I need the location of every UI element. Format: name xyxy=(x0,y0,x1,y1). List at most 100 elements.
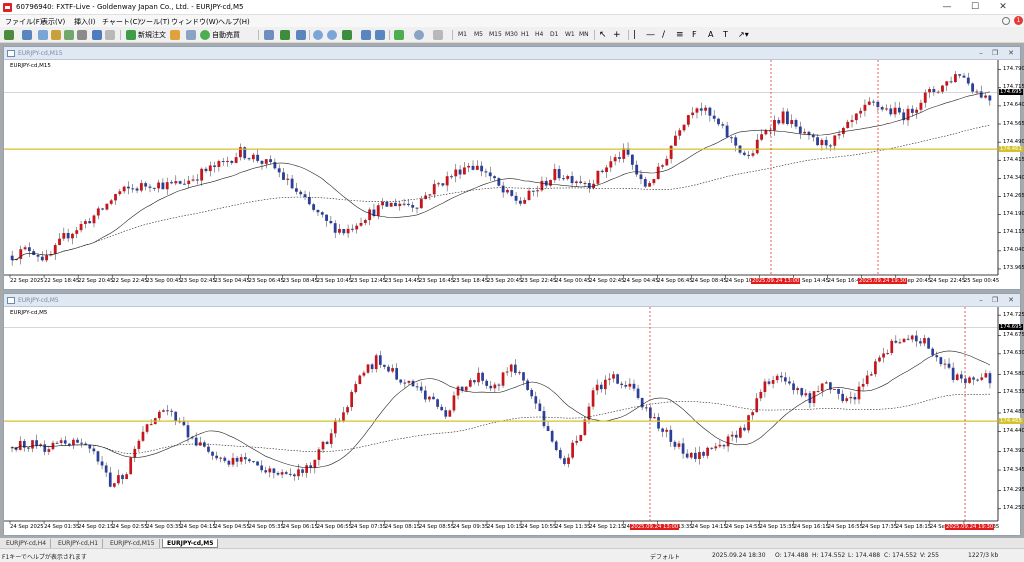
time-tick-label: 24 Sep 14:15 xyxy=(691,524,727,530)
candle-body xyxy=(513,364,517,373)
close-button[interactable]: ✕ xyxy=(992,1,1014,14)
timeframe-w1[interactable]: W1 xyxy=(565,30,575,40)
timeframe-m15[interactable]: M15 xyxy=(489,30,502,40)
horizontal-line-icon[interactable]: — xyxy=(646,29,655,41)
chart-restore-button[interactable]: ❐ xyxy=(990,296,1000,305)
chart-minimize-button[interactable]: – xyxy=(976,49,986,58)
minimize-button[interactable]: — xyxy=(936,1,958,14)
chart-restore-button[interactable]: ❐ xyxy=(990,49,1000,58)
strategy-tester-icon[interactable] xyxy=(92,30,102,40)
chart-window-caption[interactable]: EURJPY-cd,M15 – ❐ ✕ xyxy=(4,47,1020,60)
menu-tools[interactable]: ツール(T) xyxy=(139,17,170,27)
metaeditor-icon[interactable] xyxy=(170,30,180,40)
candle-body xyxy=(833,388,836,390)
layout-icon[interactable] xyxy=(105,30,115,40)
tab-eurjpy-m15[interactable]: EURJPY-cd,M15 xyxy=(106,539,160,548)
text-tool-icon[interactable]: A xyxy=(708,29,713,41)
menu-view[interactable]: 表示(V) xyxy=(41,17,65,27)
label-tool-icon[interactable]: T xyxy=(723,29,728,41)
candle-body xyxy=(53,245,57,255)
candle-body xyxy=(286,178,290,180)
chart-close-button[interactable]: ✕ xyxy=(1006,296,1016,305)
candle-body xyxy=(665,429,669,432)
maximize-button[interactable]: ☐ xyxy=(964,1,986,14)
chart-minimize-button[interactable]: – xyxy=(976,296,986,305)
candlestick-icon[interactable] xyxy=(280,30,290,40)
chart-close-button[interactable]: ✕ xyxy=(1006,49,1016,58)
candle-body xyxy=(437,183,440,185)
candle-body xyxy=(652,179,656,184)
auto-trade-icon[interactable] xyxy=(200,30,210,40)
zoom-in-icon[interactable] xyxy=(313,30,323,40)
timeframe-d1[interactable]: D1 xyxy=(550,30,558,40)
price-chart-m15[interactable] xyxy=(4,60,1020,289)
candle-body xyxy=(816,391,820,393)
price-tick-label: 174.640 xyxy=(1003,102,1024,109)
navigator-icon[interactable] xyxy=(64,30,74,40)
tab-eurjpy-m5[interactable]: EURJPY-cd,M5 xyxy=(162,539,219,548)
trendline-icon[interactable]: / xyxy=(662,29,665,41)
crosshair-icon[interactable]: + xyxy=(613,29,621,41)
profiles-icon[interactable] xyxy=(22,30,32,40)
timeframe-mn[interactable]: MN xyxy=(579,30,589,40)
bar-chart-icon[interactable] xyxy=(264,30,274,40)
timeframe-h4[interactable]: H4 xyxy=(535,30,543,40)
search-icon[interactable] xyxy=(1002,17,1010,25)
candle-body xyxy=(796,388,799,391)
candle-body xyxy=(493,176,496,179)
new-order-icon[interactable] xyxy=(126,30,136,40)
new-chart-icon[interactable] xyxy=(4,30,14,40)
autoscroll-icon[interactable] xyxy=(375,30,385,40)
data-window-icon[interactable] xyxy=(51,30,61,40)
chart-window-caption[interactable]: EURJPY-cd,M5 – ❐ ✕ xyxy=(4,294,1020,307)
zoom-out-icon[interactable] xyxy=(327,30,337,40)
candle-body xyxy=(747,415,750,431)
menu-chart[interactable]: チャート(C) xyxy=(102,17,140,27)
menu-insert[interactable]: 挿入(I) xyxy=(74,17,96,27)
auto-trade-button[interactable]: 自動売買 xyxy=(212,29,240,41)
tile-windows-icon[interactable] xyxy=(342,30,352,40)
tab-eurjpy-h1[interactable]: EURJPY-cd,H1 xyxy=(54,539,104,548)
menu-help[interactable]: ヘルプ(H) xyxy=(218,17,250,27)
candle-body xyxy=(755,398,759,413)
timeframe-h1[interactable]: H1 xyxy=(521,30,529,40)
chart-shift-icon[interactable] xyxy=(361,30,371,40)
chart-window-m5[interactable]: EURJPY-cd,M5 – ❐ ✕ EURJPY-cd,M5 174.725 1… xyxy=(3,293,1024,536)
candle-body xyxy=(575,440,579,443)
candle-body xyxy=(943,363,947,365)
timeframe-m30[interactable]: M30 xyxy=(505,30,518,40)
tab-eurjpy-h4[interactable]: EURJPY-cd,H4 xyxy=(2,539,52,548)
time-tick-label: 22 Sep 2025 xyxy=(10,278,44,284)
price-tick-label: 174.250 xyxy=(1003,505,1024,512)
notification-icon[interactable]: 1 xyxy=(1014,16,1023,25)
cursor-icon[interactable]: ↖ xyxy=(599,29,607,41)
menu-window[interactable]: ウィンドウ(W) xyxy=(171,17,218,27)
time-tick-label: 25 Sep 00:45 xyxy=(963,278,1000,284)
market-watch-icon[interactable] xyxy=(38,30,48,40)
templates-icon[interactable] xyxy=(433,30,443,40)
status-low: L: 174.488 xyxy=(848,552,881,559)
line-chart-icon[interactable] xyxy=(296,30,306,40)
fibonacci-icon[interactable]: F xyxy=(692,29,697,41)
candle-body xyxy=(704,107,708,111)
timeframe-m1[interactable]: M1 xyxy=(458,30,467,40)
new-order-button[interactable]: 新規注文 xyxy=(138,29,166,41)
candle-body xyxy=(501,372,505,386)
signals-icon[interactable] xyxy=(186,30,196,40)
arrows-dropdown-icon[interactable]: ↗▾ xyxy=(738,29,749,41)
vertical-line-icon[interactable]: | xyxy=(633,29,636,41)
candle-body xyxy=(644,407,648,409)
indicators-icon[interactable] xyxy=(394,30,404,40)
candle-body xyxy=(714,446,718,449)
periods-icon[interactable] xyxy=(414,30,424,40)
chart-window-m15[interactable]: EURJPY-cd,M15 – ❐ ✕ EURJPY-cd,M15 174.79… xyxy=(3,46,1024,290)
price-chart-m5[interactable] xyxy=(4,307,1020,535)
candle-body xyxy=(387,366,390,372)
menu-file[interactable]: ファイル(F) xyxy=(5,17,43,27)
terminal-icon[interactable] xyxy=(77,30,87,40)
timeframe-m5[interactable]: M5 xyxy=(474,30,483,40)
channel-icon[interactable]: ≡ xyxy=(676,29,684,41)
candle-body xyxy=(988,373,992,384)
candle-body xyxy=(342,412,345,422)
price-tick-label: 174.490 xyxy=(1003,138,1024,145)
